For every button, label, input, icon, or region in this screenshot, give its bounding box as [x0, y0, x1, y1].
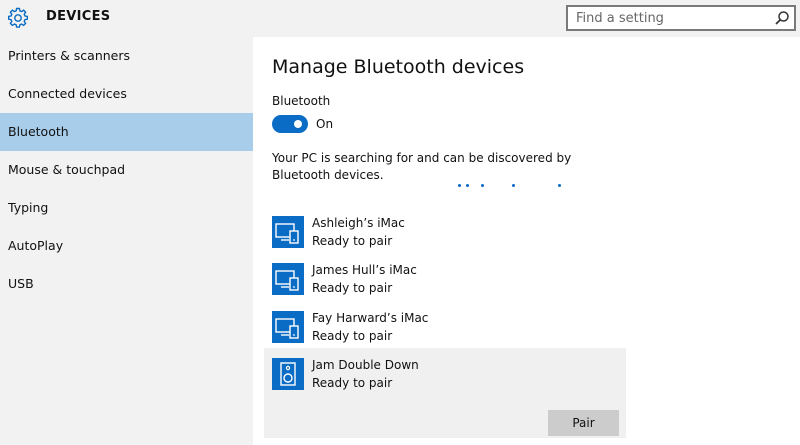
pair-button[interactable]: Pair	[548, 410, 619, 436]
search-icon[interactable]	[774, 10, 790, 26]
sidebar-item-usb[interactable]: USB	[0, 265, 253, 303]
sidebar-item-connected-devices[interactable]: Connected devices	[0, 75, 253, 113]
computer-phone-icon	[272, 263, 304, 295]
sidebar-item-autoplay[interactable]: AutoPlay	[0, 227, 253, 265]
device-name: James Hull’s iMac	[312, 263, 417, 277]
device-status: Ready to pair	[312, 329, 393, 343]
main-panel: Manage Bluetooth devices Bluetooth On Yo…	[253, 37, 800, 445]
device-status: Ready to pair	[312, 234, 393, 248]
sidebar-item-bluetooth[interactable]: Bluetooth	[0, 113, 253, 151]
device-list-item[interactable]: Fay Harward’s iMac Ready to pair	[264, 305, 626, 351]
device-name: Ashleigh’s iMac	[312, 216, 405, 230]
bluetooth-toggle[interactable]	[272, 115, 308, 133]
progress-dot	[481, 184, 484, 187]
header: DEVICES	[0, 0, 800, 37]
speaker-icon	[272, 358, 304, 390]
device-name: Fay Harward’s iMac	[312, 311, 429, 325]
computer-phone-icon	[272, 311, 304, 343]
device-list-item[interactable]: Ashleigh’s iMac Ready to pair	[264, 210, 626, 256]
progress-dot	[458, 184, 461, 187]
bluetooth-label: Bluetooth	[272, 94, 331, 108]
device-name: Jam Double Down	[312, 358, 419, 372]
toggle-state-label: On	[316, 117, 334, 131]
discovery-status-text: Your PC is searching for and can be disc…	[272, 151, 572, 182]
computer-phone-icon	[272, 216, 304, 248]
sidebar-item-typing[interactable]: Typing	[0, 189, 253, 227]
progress-dot	[558, 184, 561, 187]
device-status: Ready to pair	[312, 376, 393, 390]
toggle-knob	[294, 120, 302, 128]
progress-dot	[512, 184, 515, 187]
app-title: DEVICES	[46, 9, 111, 24]
searching-progress-dots	[453, 184, 573, 190]
gear-icon	[8, 7, 28, 28]
progress-dot	[466, 184, 469, 187]
search-input[interactable]	[568, 7, 768, 29]
device-status: Ready to pair	[312, 281, 393, 295]
sidebar: Printers & scanners Connected devices Bl…	[0, 37, 253, 445]
sidebar-item-printers-scanners[interactable]: Printers & scanners	[0, 37, 253, 75]
page-title: Manage Bluetooth devices	[272, 56, 525, 78]
device-list-item-selected[interactable]: Jam Double Down Ready to pair Pair	[264, 348, 626, 438]
device-list-item[interactable]: James Hull’s iMac Ready to pair	[264, 257, 626, 303]
search-box[interactable]	[566, 5, 796, 31]
sidebar-item-mouse-touchpad[interactable]: Mouse & touchpad	[0, 151, 253, 189]
